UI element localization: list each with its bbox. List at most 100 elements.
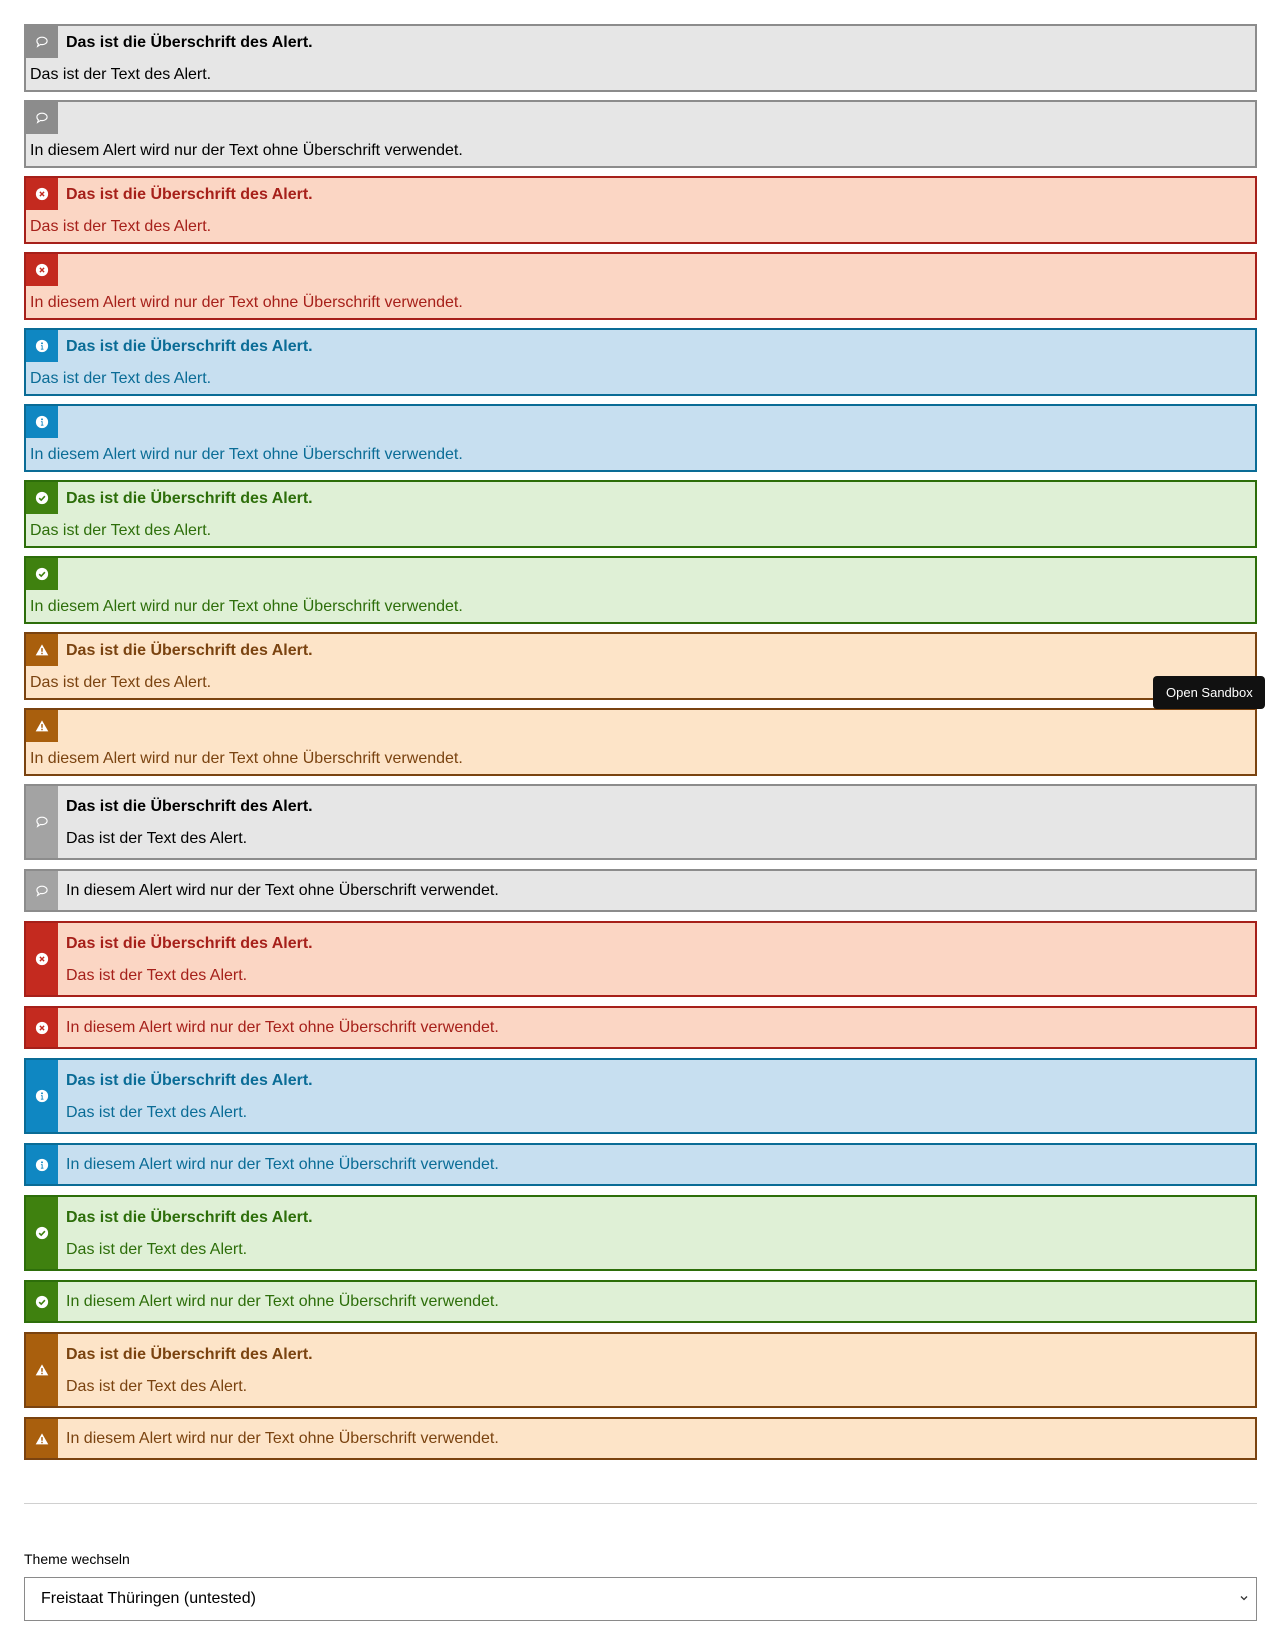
alert-icon-box <box>26 634 58 666</box>
checkmark-icon <box>35 1226 49 1240</box>
alert-text: Das ist der Text des Alert. <box>66 1241 248 1258</box>
alert-text: In diesem Alert wird nur der Text ohne Ü… <box>66 1156 499 1173</box>
alert-text: In diesem Alert wird nur der Text ohne Ü… <box>30 446 463 463</box>
alert-title: Das ist die Überschrift des Alert. <box>66 798 313 815</box>
error-icon <box>35 187 49 201</box>
alert-text: Das ist der Text des Alert. <box>30 218 212 235</box>
alert-title: Das ist die Überschrift des Alert. <box>66 935 313 952</box>
open-sandbox-button[interactable]: Open Sandbox <box>1153 676 1265 709</box>
alert-icon-box <box>26 1145 58 1184</box>
alert-error: In diesem Alert wird nur der Text ohne Ü… <box>24 1006 1257 1049</box>
alert-info: Das ist die Überschrift des Alert. Das is… <box>24 328 1257 396</box>
error-icon <box>35 263 49 277</box>
alert-body: In diesem Alert wird nur der Text ohne Ü… <box>58 1145 499 1184</box>
theme-select-value: Freistaat Thüringen (untested) <box>41 1590 256 1607</box>
alert-success: In diesem Alert wird nur der Text ohne Ü… <box>24 556 1257 624</box>
theme-select[interactable]: Freistaat Thüringen (untested) <box>24 1577 1257 1621</box>
speech-bubble-icon <box>36 36 48 48</box>
alert-warning: Das ist die Überschrift des Alert. Das is… <box>24 632 1257 700</box>
alert-title: Das ist die Überschrift des Alert. <box>66 1346 313 1363</box>
alert-icon-box <box>26 786 58 858</box>
alert-default: In diesem Alert wird nur der Text ohne Ü… <box>24 869 1257 912</box>
info-icon <box>35 339 49 353</box>
alert-title: Das ist die Überschrift des Alert. <box>66 642 313 659</box>
alert-icon-box <box>26 26 58 58</box>
alert-body: In diesem Alert wird nur der Text ohne Ü… <box>58 871 499 910</box>
alert-text: In diesem Alert wird nur der Text ohne Ü… <box>30 750 463 767</box>
alert-title: Das ist die Überschrift des Alert. <box>66 490 313 507</box>
alert-body: Das ist die Überschrift des Alert. Das is… <box>58 923 313 995</box>
alert-error: In diesem Alert wird nur der Text ohne Ü… <box>24 252 1257 320</box>
alert-body: Das ist die Überschrift des Alert. Das is… <box>58 1197 313 1269</box>
alert-icon-box <box>26 1008 58 1047</box>
error-icon <box>35 1021 49 1034</box>
alert-text: In diesem Alert wird nur der Text ohne Ü… <box>66 1293 499 1310</box>
divider <box>24 1503 1257 1504</box>
alert-info: In diesem Alert wird nur der Text ohne Ü… <box>24 1143 1257 1186</box>
alert-text: Das ist der Text des Alert. <box>30 674 212 691</box>
alert-body: In diesem Alert wird nur der Text ohne Ü… <box>58 1419 499 1458</box>
alert-icon-box <box>26 1060 58 1132</box>
alert-title: Das ist die Überschrift des Alert. <box>66 186 313 203</box>
alert-icon-box <box>26 254 58 286</box>
alert-info: In diesem Alert wird nur der Text ohne Ü… <box>24 404 1257 472</box>
alert-icon-box <box>26 923 58 995</box>
alert-icon-box <box>26 102 58 134</box>
alert-icon-box <box>26 1334 58 1406</box>
alert-text: In diesem Alert wird nur der Text ohne Ü… <box>30 294 463 311</box>
alert-text: In diesem Alert wird nur der Text ohne Ü… <box>66 882 499 899</box>
alert-info: Das ist die Überschrift des Alert. Das is… <box>24 1058 1257 1134</box>
alert-text: Das ist der Text des Alert. <box>66 830 248 847</box>
alert-body: Das ist die Überschrift des Alert. Das is… <box>58 786 313 858</box>
alert-title: Das ist die Überschrift des Alert. <box>66 1072 313 1089</box>
alert-body: Das ist die Überschrift des Alert. Das is… <box>58 1334 313 1406</box>
info-icon <box>35 1158 49 1171</box>
checkmark-icon <box>35 1295 49 1308</box>
alert-icon-box <box>26 558 58 590</box>
alert-list: Das ist die Überschrift des Alert. Das is… <box>24 24 1257 1469</box>
alert-text: In diesem Alert wird nur der Text ohne Ü… <box>66 1430 499 1447</box>
alert-body: In diesem Alert wird nur der Text ohne Ü… <box>58 1282 499 1321</box>
alert-icon-box <box>26 710 58 742</box>
alert-text: In diesem Alert wird nur der Text ohne Ü… <box>30 142 463 159</box>
alert-success: Das ist die Überschrift des Alert. Das is… <box>24 480 1257 548</box>
alert-text: Das ist der Text des Alert. <box>30 370 212 387</box>
warning-icon <box>35 1364 49 1376</box>
alert-title: Das ist die Überschrift des Alert. <box>66 338 313 355</box>
alert-error: Das ist die Überschrift des Alert. Das is… <box>24 921 1257 997</box>
warning-icon <box>35 720 49 732</box>
checkmark-icon <box>35 567 49 581</box>
warning-icon <box>35 1432 49 1444</box>
alert-text: Das ist der Text des Alert. <box>30 522 212 539</box>
info-icon <box>35 1089 49 1103</box>
error-icon <box>35 952 49 966</box>
speech-bubble-icon <box>36 885 48 897</box>
alert-text: Das ist der Text des Alert. <box>30 66 212 83</box>
alert-default: In diesem Alert wird nur der Text ohne Ü… <box>24 100 1257 168</box>
theme-label: Theme wechseln <box>24 1551 130 1567</box>
alert-body: Das ist die Überschrift des Alert. Das is… <box>58 1060 313 1132</box>
alert-icon-box <box>26 1419 58 1458</box>
chevron-down-icon <box>1240 1596 1248 1601</box>
alert-body: In diesem Alert wird nur der Text ohne Ü… <box>58 1008 499 1047</box>
speech-bubble-icon <box>36 816 48 828</box>
alert-title: Das ist die Überschrift des Alert. <box>66 1209 313 1226</box>
alert-success: In diesem Alert wird nur der Text ohne Ü… <box>24 1280 1257 1323</box>
alert-icon-box <box>26 178 58 210</box>
alert-warning: In diesem Alert wird nur der Text ohne Ü… <box>24 1417 1257 1460</box>
alert-error: Das ist die Überschrift des Alert. Das is… <box>24 176 1257 244</box>
alert-text: Das ist der Text des Alert. <box>66 1378 248 1395</box>
alert-text: Das ist der Text des Alert. <box>66 967 248 984</box>
alert-text: In diesem Alert wird nur der Text ohne Ü… <box>66 1019 499 1036</box>
alert-icon-box <box>26 1282 58 1321</box>
alert-icon-box <box>26 482 58 514</box>
alert-default: Das ist die Überschrift des Alert. Das is… <box>24 784 1257 860</box>
alert-success: Das ist die Überschrift des Alert. Das is… <box>24 1195 1257 1271</box>
warning-icon <box>35 644 49 656</box>
alert-icon-box <box>26 871 58 910</box>
alert-text: Das ist der Text des Alert. <box>66 1104 248 1121</box>
alert-text: In diesem Alert wird nur der Text ohne Ü… <box>30 598 463 615</box>
alert-icon-box <box>26 406 58 438</box>
alert-warning: In diesem Alert wird nur der Text ohne Ü… <box>24 708 1257 776</box>
speech-bubble-icon <box>36 112 48 124</box>
